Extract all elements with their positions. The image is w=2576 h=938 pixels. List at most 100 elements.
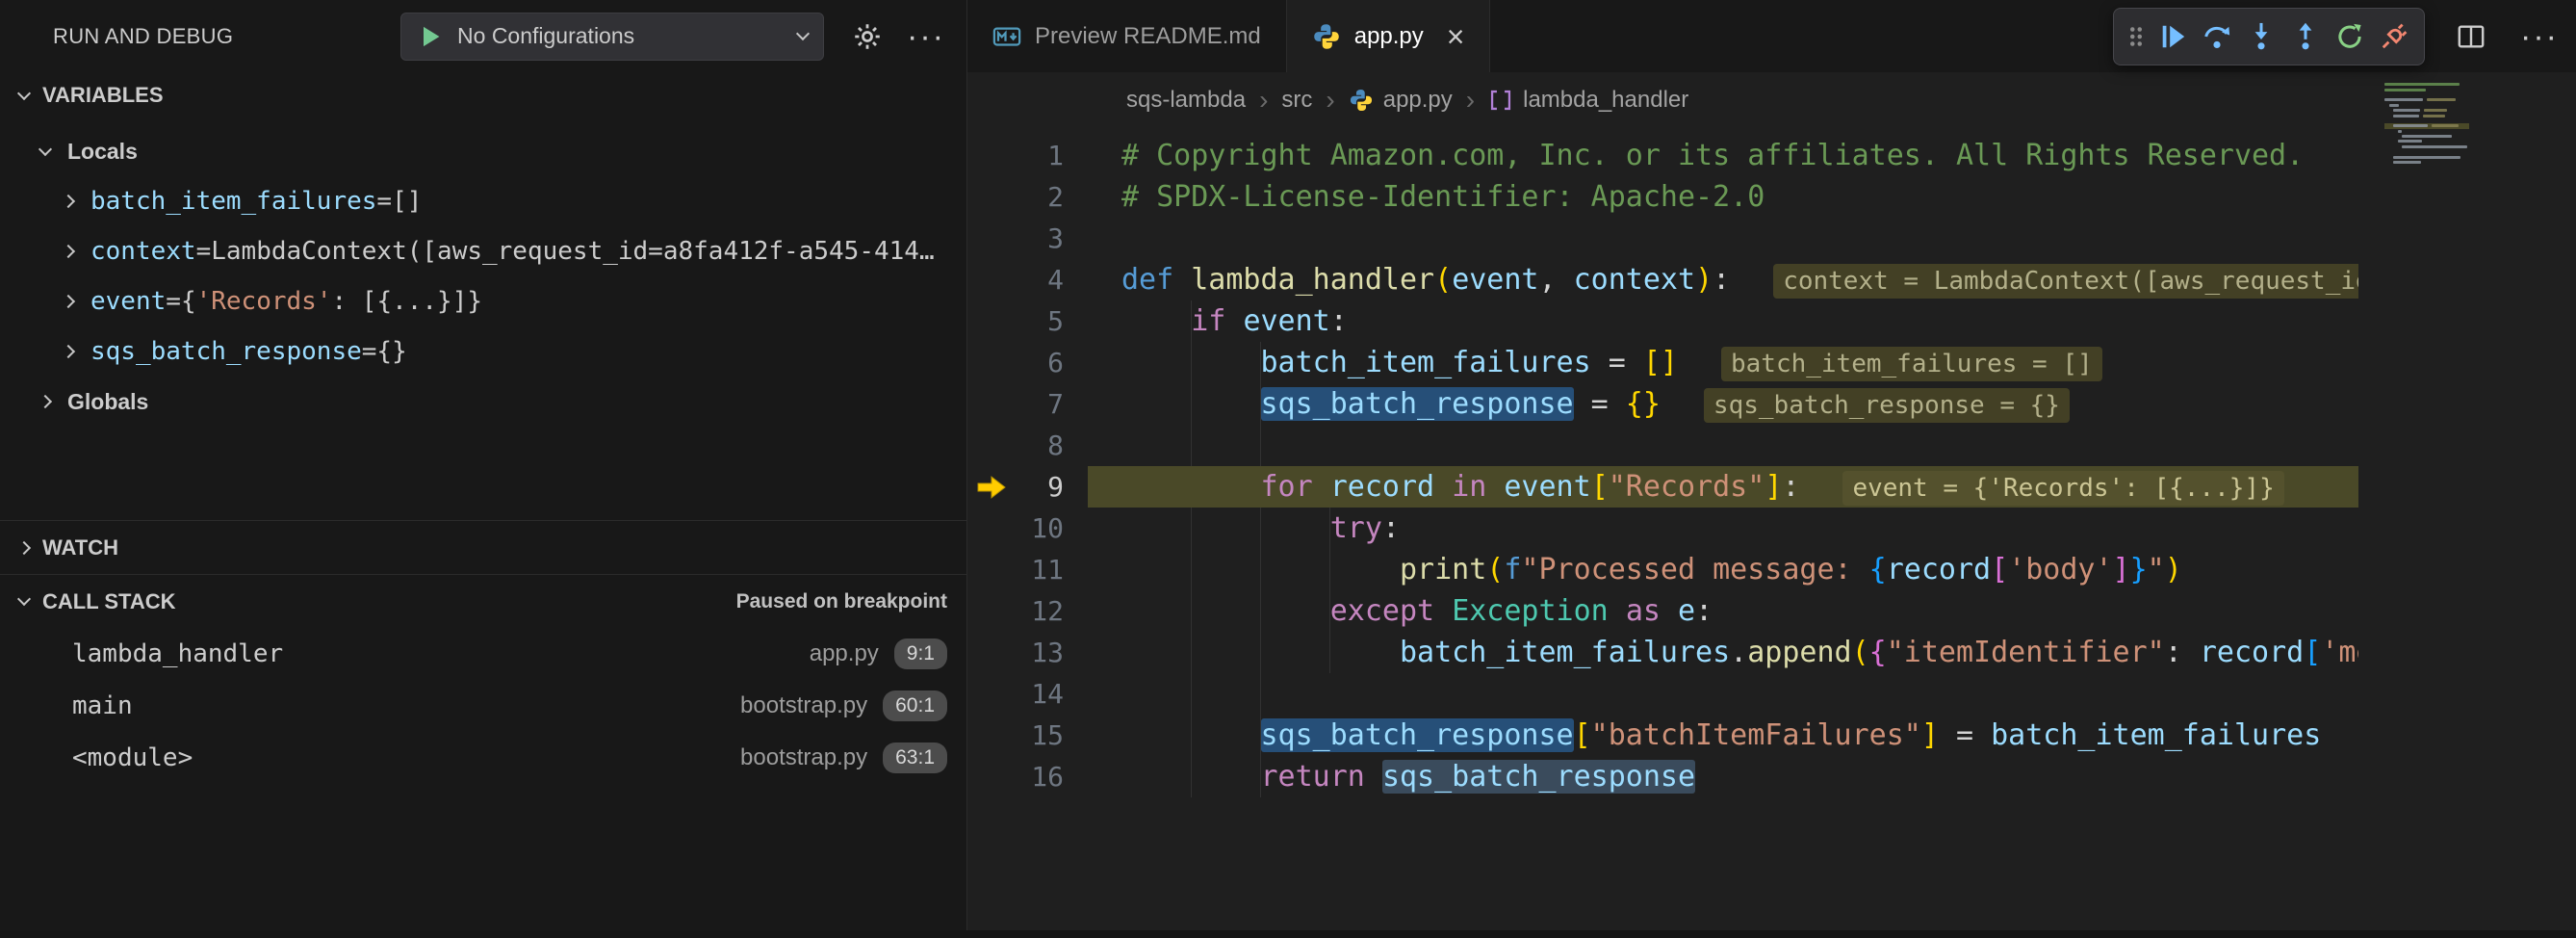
gutter-glyph — [967, 425, 1016, 466]
debug-toolbar — [2113, 8, 2425, 65]
code-editor[interactable]: 1# Copyright Amazon.com, Inc. or its aff… — [967, 128, 2576, 930]
code-line[interactable]: 3 — [967, 218, 2358, 259]
call-stack-frame[interactable]: lambda_handlerapp.py9:1 — [0, 628, 966, 680]
minimap[interactable] — [2384, 82, 2469, 165]
scope-locals[interactable]: Locals — [0, 126, 966, 176]
variables-header[interactable]: VARIABLES — [0, 72, 966, 118]
breadcrumb-separator: › — [1322, 85, 1338, 116]
split-editor-icon[interactable] — [2457, 22, 2486, 51]
line-number: 15 — [1016, 715, 1064, 756]
code-line[interactable]: 10 try: — [967, 508, 2358, 549]
call-stack-frame[interactable]: mainbootstrap.py60:1 — [0, 680, 966, 732]
gutter-glyph — [967, 508, 1016, 549]
restart-icon[interactable] — [2330, 14, 2370, 59]
code-lines: 1# Copyright Amazon.com, Inc. or its aff… — [967, 128, 2358, 797]
markdown-icon — [992, 22, 1021, 51]
code-line[interactable]: 6 batch_item_failures = []batch_item_fai… — [967, 342, 2358, 383]
editor-group: Preview README.md app.py × — [967, 0, 2576, 938]
code-line-text: # SPDX-License-Identifier: Apache-2.0 — [1088, 176, 2358, 218]
frame-name: main — [72, 691, 133, 720]
disconnect-icon[interactable] — [2374, 14, 2414, 59]
code-line-text: # Copyright Amazon.com, Inc. or its affi… — [1088, 135, 2358, 176]
gutter-glyph — [967, 259, 1016, 300]
scope-label: Locals — [67, 139, 138, 165]
step-out-icon[interactable] — [2285, 14, 2326, 59]
locals-list: batch_item_failures = []context = Lambda… — [0, 176, 966, 377]
breadcrumb-project[interactable]: sqs-lambda — [1126, 87, 1246, 114]
variable-value: 'Records' — [196, 287, 332, 316]
variable-name: event — [90, 287, 166, 316]
close-icon[interactable]: × — [1447, 21, 1465, 52]
variable-row[interactable]: event = {'Records': [{...}]} — [0, 276, 966, 326]
line-number: 7 — [1016, 383, 1064, 425]
code-line[interactable]: 2 # SPDX-License-Identifier: Apache-2.0 — [967, 176, 2358, 218]
python-icon — [1312, 22, 1341, 51]
code-line[interactable]: 4def lambda_handler(event, context):cont… — [967, 259, 2358, 300]
variable-name: context — [90, 237, 196, 266]
code-line[interactable]: 8 — [967, 425, 2358, 466]
inline-debug-value: event = {'Records': [{...}]} — [1842, 471, 2283, 506]
gear-icon[interactable] — [853, 22, 882, 51]
call-stack-header[interactable]: CALL STACK Paused on breakpoint — [0, 575, 966, 628]
code-line[interactable]: 7 sqs_batch_response = {}sqs_batch_respo… — [967, 383, 2358, 425]
call-stack-frame[interactable]: <module>bootstrap.py63:1 — [0, 732, 966, 784]
continue-icon[interactable] — [2152, 14, 2193, 59]
code-line[interactable]: 16 return sqs_batch_response — [967, 756, 2358, 797]
line-number: 11 — [1016, 549, 1064, 590]
code-line-text: for record in event["Records"]:event = {… — [1088, 466, 2358, 508]
code-line[interactable]: 11 print(f"Processed message: {record['b… — [967, 549, 2358, 590]
code-line[interactable]: 13 batch_item_failures.append({"itemIden… — [967, 632, 2358, 673]
more-actions-icon[interactable]: ··· — [2520, 27, 2559, 46]
drag-handle-icon[interactable] — [2124, 14, 2149, 59]
variable-row[interactable]: sqs_batch_response = {} — [0, 326, 966, 377]
debug-current-line-arrow — [967, 466, 1016, 508]
tab-preview-readme[interactable]: Preview README.md — [967, 0, 1287, 72]
start-debug-icon[interactable] — [417, 23, 444, 50]
code-line[interactable]: 5 if event: — [967, 300, 2358, 342]
gutter-glyph — [967, 590, 1016, 632]
frame-file: bootstrap.py — [740, 692, 867, 719]
minimap-line — [2384, 160, 2469, 165]
code-line-text: except Exception as e: — [1088, 590, 2358, 632]
vscode-window: RUN AND DEBUG No Configurations ··· VARI… — [0, 0, 2576, 938]
call-stack-section: CALL STACK Paused on breakpoint lambda_h… — [0, 574, 966, 784]
breadcrumb-separator: › — [1255, 85, 1272, 116]
gutter-glyph — [967, 632, 1016, 673]
step-into-icon[interactable] — [2241, 14, 2281, 59]
scope-label: Globals — [67, 389, 148, 415]
line-number: 16 — [1016, 756, 1064, 797]
variables-title: VARIABLES — [42, 83, 164, 108]
code-line[interactable]: 15 sqs_batch_response["batchItemFailures… — [967, 715, 2358, 756]
code-line-text: sqs_batch_response = {}sqs_batch_respons… — [1088, 383, 2358, 425]
breadcrumb-file[interactable]: app.py — [1383, 87, 1453, 114]
step-over-icon[interactable] — [2197, 14, 2237, 59]
inline-debug-value: sqs_batch_response = {} — [1704, 388, 2070, 423]
line-number: 8 — [1016, 425, 1064, 466]
code-line-text — [1088, 218, 2358, 259]
line-number: 5 — [1016, 300, 1064, 342]
chevron-right-icon — [62, 295, 75, 308]
breadcrumb-symbol[interactable]: lambda_handler — [1523, 87, 1688, 114]
line-number: 2 — [1016, 176, 1064, 218]
variable-row[interactable]: batch_item_failures = [] — [0, 176, 966, 226]
code-line-text: sqs_batch_response["batchItemFailures"] … — [1088, 715, 2358, 756]
gutter-glyph — [967, 342, 1016, 383]
variable-row[interactable]: context = LambdaContext([aws_request_id=… — [0, 226, 966, 276]
chevron-right-icon — [62, 345, 75, 358]
panel-title: RUN AND DEBUG — [53, 24, 233, 49]
tab-app-py[interactable]: app.py × — [1287, 0, 1491, 72]
breadcrumb-folder[interactable]: src — [1281, 87, 1312, 114]
watch-header[interactable]: WATCH — [0, 521, 966, 574]
line-number: 13 — [1016, 632, 1064, 673]
gutter-glyph — [967, 218, 1016, 259]
code-line[interactable]: 1# Copyright Amazon.com, Inc. or its aff… — [967, 135, 2358, 176]
scope-globals[interactable]: Globals — [0, 377, 966, 427]
chevron-down-icon — [17, 592, 31, 606]
code-line[interactable]: 14 — [967, 673, 2358, 715]
code-line[interactable]: 12 except Exception as e: — [967, 590, 2358, 632]
frame-file: app.py — [810, 640, 879, 667]
code-line[interactable]: 9 for record in event["Records"]:event =… — [967, 466, 2358, 508]
run-and-debug-panel: RUN AND DEBUG No Configurations ··· VARI… — [0, 0, 967, 938]
more-actions-icon[interactable]: ··· — [907, 27, 945, 46]
debug-config-dropdown[interactable]: No Configurations — [400, 13, 824, 61]
